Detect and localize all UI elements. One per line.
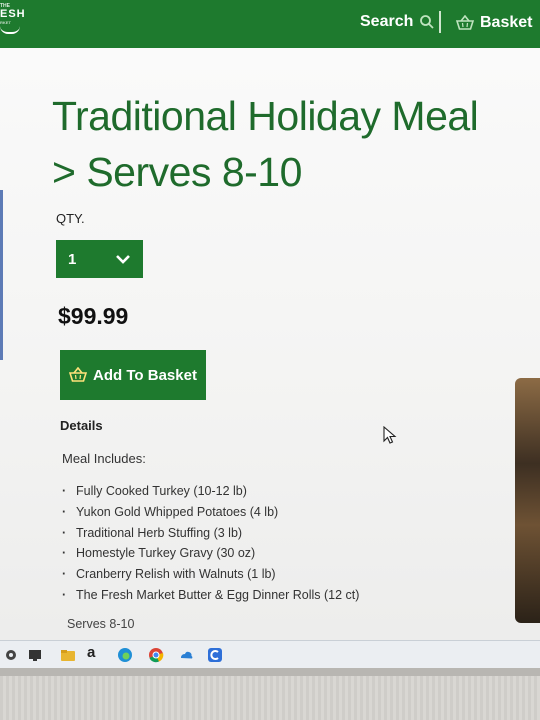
meal-items-list: Fully Cooked Turkey (10-12 lb) Yukon Gol… [62, 481, 359, 606]
product-price: $99.99 [58, 303, 129, 329]
amazon-icon[interactable]: a [87, 644, 103, 661]
chevron-down-icon [116, 255, 130, 264]
search-label: Search [360, 13, 414, 30]
chrome-icon[interactable] [148, 647, 164, 663]
app-icon[interactable] [207, 647, 223, 663]
quantity-select[interactable]: 1 [56, 240, 143, 278]
list-item: Traditional Herb Stuffing (3 lb) [62, 523, 359, 544]
monitor-icon[interactable] [27, 647, 43, 663]
onedrive-icon[interactable] [178, 647, 194, 663]
site-logo[interactable]: THE ESH RKET [0, 3, 26, 34]
product-title-line-2: > Serves 8-10 [52, 149, 302, 195]
left-edge-strip [0, 190, 3, 360]
add-to-basket-label: Add To Basket [93, 366, 197, 384]
file-explorer-icon[interactable] [60, 647, 76, 663]
settings-icon[interactable] [3, 647, 19, 663]
basket-icon [69, 367, 88, 382]
bezel-edge [0, 668, 540, 676]
logo-line-2: ESH [0, 8, 26, 20]
details-heading: Details [60, 418, 103, 433]
meal-includes-label: Meal Includes: [62, 451, 146, 466]
edge-icon[interactable] [117, 647, 133, 663]
list-item: Cranberry Relish with Walnuts (1 lb) [62, 564, 359, 585]
basket-link[interactable]: Basket [456, 14, 532, 32]
search-link[interactable]: Search [360, 13, 435, 31]
list-item: Homestyle Turkey Gravy (30 oz) [62, 543, 359, 564]
quantity-value: 1 [68, 250, 77, 268]
header-divider [439, 11, 441, 33]
site-header: THE ESH RKET Search Basket [0, 0, 540, 48]
search-icon [420, 15, 435, 29]
basket-label: Basket [480, 14, 533, 31]
add-to-basket-button[interactable]: Add To Basket [60, 350, 206, 400]
list-item: Fully Cooked Turkey (10-12 lb) [62, 481, 359, 502]
browser-screen: THE ESH RKET Search Basket Traditional H… [0, 0, 540, 668]
mouse-cursor-icon [383, 426, 397, 444]
logo-line-3: RKET [0, 20, 11, 25]
list-item: The Fresh Market Butter & Egg Dinner Rol… [62, 585, 359, 606]
basket-icon [456, 15, 474, 30]
logo-swoosh-icon [0, 26, 20, 34]
product-title-line-1: Traditional Holiday Meal [52, 93, 479, 139]
product-title: Traditional Holiday Meal > Serves 8-10 [52, 88, 522, 200]
serves-footer: Serves 8-10 [67, 617, 135, 631]
list-item: Yukon Gold Whipped Potatoes (4 lb) [62, 502, 359, 523]
side-photo-fragment [515, 378, 540, 623]
quantity-label: QTY. [56, 211, 85, 226]
taskbar: a [0, 640, 540, 668]
logo-line-1: THE [0, 3, 10, 9]
